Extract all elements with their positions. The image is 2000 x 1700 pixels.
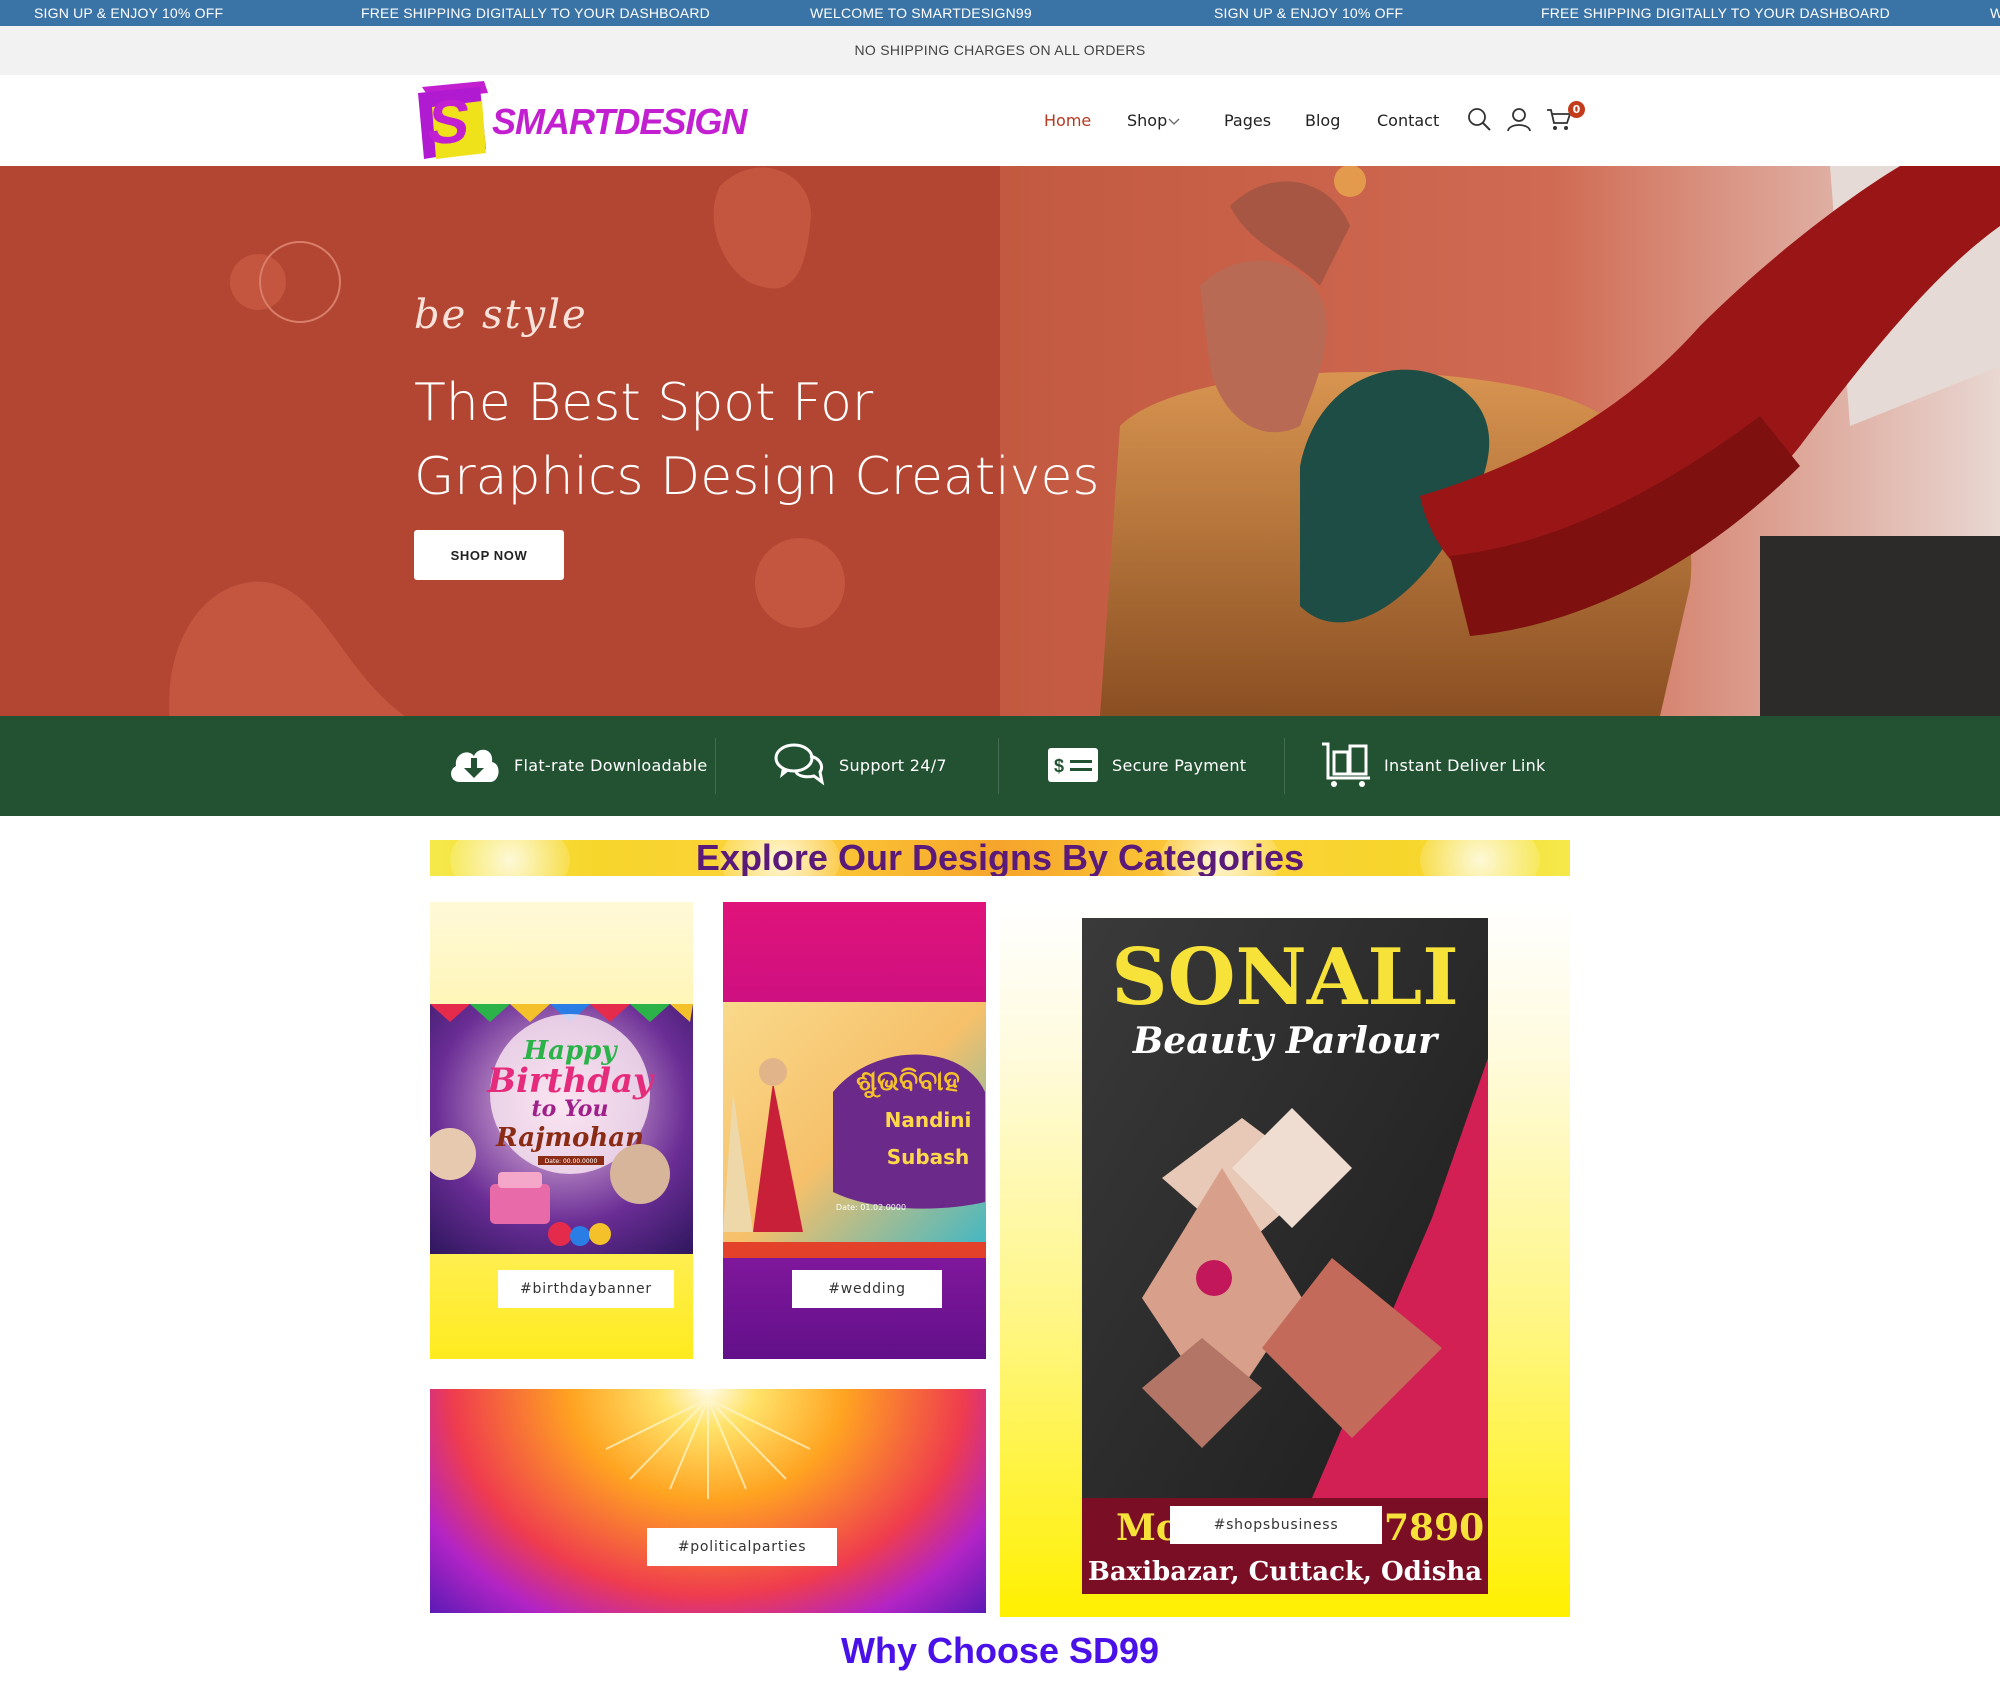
wedding-art-name: Nandini	[885, 1108, 972, 1132]
category-tag[interactable]: #wedding	[792, 1270, 942, 1308]
nav-pages[interactable]: Pages	[1224, 111, 1271, 130]
category-tile-birthday[interactable]: Happy Birthday to You Rajmohan Date: 00.…	[430, 902, 693, 1359]
feature-divider	[1284, 738, 1285, 794]
cloud-download-icon	[451, 749, 499, 782]
nav-shop[interactable]: Shop	[1127, 111, 1167, 130]
category-tile-wedding[interactable]: ଶୁଭବିବାହ Nandini Subash Date: 01.02.0000…	[723, 902, 986, 1359]
feature-divider	[715, 738, 716, 794]
poster-brand: SONALI	[1111, 932, 1458, 1023]
categories-heading-banner: Explore Our Designs By Categories	[430, 840, 1570, 876]
wedding-art-date: Date: 01.02.0000	[836, 1203, 906, 1212]
wedding-art-title: ଶୁଭବିବାହ	[856, 1064, 960, 1098]
category-tag[interactable]: #politicalparties	[647, 1528, 837, 1566]
beauty-parlour-poster-art: SONALI Beauty Parlour Mo 7890 Baxibazar,…	[1082, 918, 1488, 1594]
hero-title: The Best Spot For Graphics Design Creati…	[414, 366, 1114, 514]
sunburst-art	[605, 1398, 811, 1499]
chat-bubbles-icon	[774, 743, 825, 786]
poster-address: Baxibazar, Cuttack, Odisha	[1088, 1557, 1482, 1587]
feature-label: Flat-rate Downloadable	[514, 756, 708, 775]
feature-label: Secure Payment	[1112, 756, 1247, 775]
marquee-item: WELCOME TO SMARTDESIGN99	[810, 5, 1032, 21]
marquee-item: SIGN UP & ENJOY 10% OFF	[1214, 5, 1404, 21]
nav-blog[interactable]: Blog	[1305, 111, 1340, 130]
logo-mark-icon: S	[418, 81, 488, 159]
poster-subtitle: Beauty Parlour	[1132, 1020, 1440, 1062]
nav-home[interactable]: Home	[1044, 111, 1091, 130]
marquee-item: FREE SHIPPING DIGITALLY TO YOUR DASHBOAR…	[1541, 5, 1890, 21]
svg-text:$: $	[1054, 756, 1064, 776]
category-tile-politicalparties[interactable]: #politicalparties	[430, 1389, 986, 1613]
feature-divider	[998, 738, 999, 794]
announcement-marquee: SIGN UP & ENJOY 10% OFF FREE SHIPPING DI…	[0, 0, 2000, 26]
birthday-art-name: Rajmohan	[495, 1123, 644, 1153]
shop-now-button[interactable]: SHOP NOW	[414, 530, 564, 580]
payment-card-icon: $	[1048, 748, 1098, 782]
features-bar: Flat-rate Downloadable Support 24/7 $ Se…	[0, 716, 2000, 816]
site-header: S SMARTDESIGN Home Shop Pages Blog Conta…	[0, 75, 2000, 166]
feature-label: Instant Deliver Link	[1384, 756, 1546, 775]
birthday-art-line: Birthday	[486, 1061, 655, 1101]
marquee-item: FREE SHIPPING DIGITALLY TO YOUR DASHBOAR…	[361, 5, 710, 21]
luggage-cart-icon	[1322, 742, 1370, 787]
category-tag[interactable]: #shopsbusiness	[1170, 1506, 1382, 1544]
wedding-card-art: ଶୁଭବିବାହ Nandini Subash Date: 01.02.0000	[723, 1002, 986, 1258]
search-icon[interactable]	[1466, 106, 1492, 132]
birthday-banner-art: Happy Birthday to You Rajmohan Date: 00.…	[430, 1004, 693, 1254]
wedding-art-name: Subash	[887, 1145, 970, 1169]
category-tag[interactable]: #birthdaybanner	[498, 1270, 674, 1308]
nav-contact[interactable]: Contact	[1377, 111, 1439, 130]
poster-mobile-suffix: 7890	[1384, 1507, 1484, 1549]
hero-banner: be style The Best Spot For Graphics Desi…	[0, 166, 2000, 716]
shipping-notice: NO SHIPPING CHARGES ON ALL ORDERS	[0, 26, 2000, 75]
logo-wordmark: SMARTDESIGN	[492, 101, 747, 142]
user-icon[interactable]	[1506, 106, 1532, 132]
feature-label: Support 24/7	[839, 756, 947, 775]
hero-script-text: be style	[414, 292, 588, 338]
cart-count-badge: 0	[1568, 101, 1585, 118]
chevron-down-icon[interactable]	[1168, 117, 1180, 127]
hero-title-line: The Best Spot For	[414, 373, 874, 433]
marquee-item: W	[1990, 5, 2000, 21]
categories-title: Explore Our Designs By Categories	[695, 840, 1305, 876]
marquee-item: SIGN UP & ENJOY 10% OFF	[34, 5, 224, 21]
category-tile-shopsbusiness[interactable]: SONALI Beauty Parlour Mo 7890 Baxibazar,…	[1000, 902, 1570, 1617]
hero-title-line: Graphics Design Creatives	[414, 447, 1100, 507]
why-choose-heading: Why Choose SD99	[840, 1630, 1160, 1671]
hero-model-photo	[1000, 166, 2000, 716]
birthday-art-line: to You	[532, 1096, 609, 1122]
birthday-art-date: Date: 00.00.0000	[545, 1158, 598, 1165]
